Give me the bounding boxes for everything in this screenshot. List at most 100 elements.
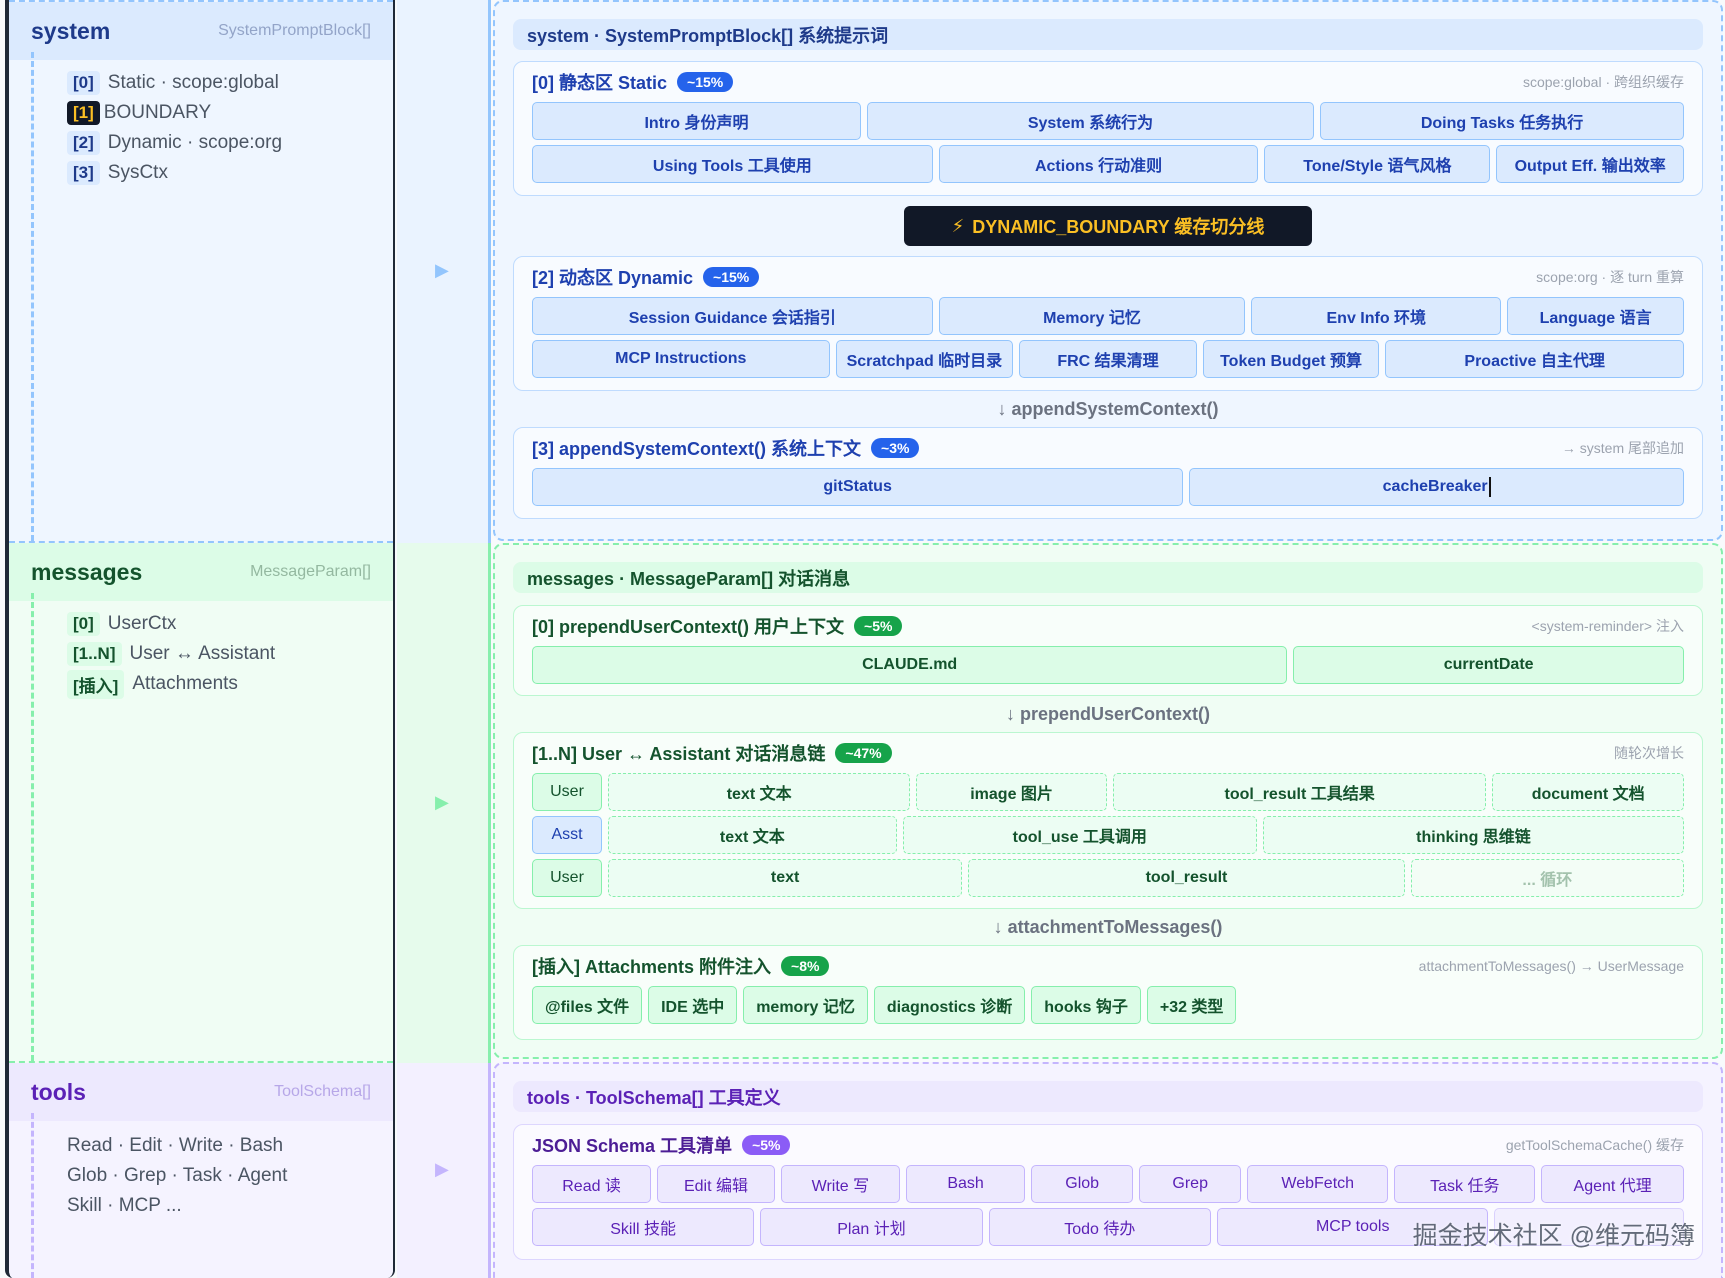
card-note: → system 尾部追加 bbox=[1561, 440, 1684, 456]
chip-row: gitStatus cacheBreaker bbox=[532, 468, 1684, 506]
overview-item: [1] BOUNDARY bbox=[67, 98, 393, 128]
item-label: User ↔ Assistant bbox=[129, 643, 276, 664]
dashed-guide bbox=[31, 1113, 34, 1278]
overview-messages-title: messages bbox=[31, 558, 143, 585]
overview-messages-type: MessageParam[] bbox=[250, 563, 371, 580]
chip-grep: Grep bbox=[1139, 1165, 1242, 1203]
chip-tone-style: Tone/Style 语气风格 bbox=[1264, 145, 1491, 183]
overview-system-type: SystemPromptBlock[] bbox=[218, 22, 371, 39]
chip-using-tools: Using Tools 工具使用 bbox=[532, 145, 933, 183]
percent-badge: ~47% bbox=[835, 743, 892, 763]
chip-memory: Memory 记忆 bbox=[938, 297, 1246, 335]
card-note: <system-reminder> 注入 bbox=[1531, 618, 1684, 634]
chip-doing-tasks: Doing Tasks 任务执行 bbox=[1320, 102, 1685, 140]
overview-tools-type: ToolSchema[] bbox=[274, 1083, 371, 1100]
play-triangle-icon: ▶ bbox=[435, 260, 449, 280]
overview-item: [3] SysCtx bbox=[67, 158, 393, 188]
overview-messages-header: messages MessageParam[] bbox=[9, 543, 393, 601]
chip-skill: Skill 技能 bbox=[532, 1208, 755, 1246]
index-tag: [1] bbox=[67, 101, 100, 125]
overview-system-title: system bbox=[31, 17, 111, 44]
chip-edit: Edit 编辑 bbox=[657, 1165, 775, 1203]
card-title: [2] 动态区 Dynamic bbox=[532, 268, 694, 288]
text-caret bbox=[1488, 477, 1491, 497]
content-block-tool-use: tool_use 工具调用 bbox=[902, 816, 1257, 854]
chip-token-budget: Token Budget 预算 bbox=[1202, 340, 1380, 378]
role-tag-user: User bbox=[532, 859, 602, 897]
card-title: [3] appendSystemContext() 系统上下文 bbox=[532, 439, 862, 459]
flow-label: ↓ attachmentToMessages() bbox=[993, 917, 1223, 937]
index-tag: [3] bbox=[67, 161, 100, 185]
dashed-guide bbox=[31, 52, 34, 541]
chip-ide: IDE 选中 bbox=[648, 986, 738, 1024]
gutter-tools: ▶ bbox=[397, 1063, 491, 1278]
chip-files: @files 文件 bbox=[532, 986, 643, 1024]
static-card: [0] 静态区 Static ~15% scope:global · 跨组织缓存 I… bbox=[513, 61, 1703, 196]
item-label: Attachments bbox=[132, 673, 238, 694]
content-block-text: text 文本 bbox=[608, 816, 897, 854]
role-tag-user: User bbox=[532, 773, 602, 811]
overview-item: [插入] Attachments bbox=[67, 669, 393, 699]
append-card: [3] appendSystemContext() 系统上下文 ~3% → syst… bbox=[513, 427, 1703, 519]
percent-badge: ~15% bbox=[703, 267, 760, 287]
chip-env-info: Env Info 环境 bbox=[1251, 297, 1502, 335]
chip-row: Read 读 Edit 编辑 Write 写 Bash Glob Grep WebFetch… bbox=[532, 1165, 1684, 1203]
section-header: system · SystemPromptBlock[] 系统提示词 bbox=[513, 19, 1703, 50]
index-tag: [插入] bbox=[67, 669, 125, 699]
chip-row: MCP Instructions Scratchpad 临时目录 FRC 结果清理 T… bbox=[532, 340, 1684, 378]
card-note: scope:org · 逐 turn 重算 bbox=[1536, 269, 1684, 285]
chip-language: Language 语言 bbox=[1507, 297, 1684, 335]
dynamic-boundary-banner: ⚡ DYNAMIC_BOUNDARY 缓存切分线 bbox=[904, 206, 1312, 246]
chip-row: Intro 身份声明 System 系统行为 Doing Tasks 任务执行 bbox=[532, 102, 1685, 140]
chip-system: System 系统行为 bbox=[866, 102, 1315, 140]
chip-32: +32 类型 bbox=[1146, 986, 1237, 1024]
index-tag: [1..N] bbox=[67, 642, 122, 666]
overview-tools-line: Read · Edit · Write · Bash bbox=[67, 1135, 284, 1156]
lightning-icon: ⚡ bbox=[951, 215, 965, 236]
play-triangle-icon: ▶ bbox=[435, 1159, 449, 1179]
overview-item: [0] UserCtx bbox=[67, 609, 393, 639]
chip-claude-md: CLAUDE.md bbox=[532, 646, 1288, 684]
overview-tools-title: tools bbox=[31, 1078, 86, 1105]
overview-item: [2] Dynamic · scope:org bbox=[67, 128, 393, 158]
chip-bash: Bash bbox=[906, 1165, 1026, 1203]
system-section: system · SystemPromptBlock[] 系统提示词 [0] 静… bbox=[493, 0, 1723, 541]
content-block-document: document 文档 bbox=[1492, 773, 1684, 811]
left-overview-panel: system SystemPromptBlock[] [0] Static · s… bbox=[5, 0, 395, 1278]
dashed-guide bbox=[31, 593, 34, 1061]
content-block-tool-result: tool_result 工具结果 bbox=[1112, 773, 1487, 811]
chip-proactive: Proactive 自主代理 bbox=[1385, 340, 1684, 378]
chip-agent: Agent 代理 bbox=[1541, 1165, 1684, 1203]
overview-tools-line: Skill · MCP ... bbox=[67, 1195, 182, 1216]
chip-task: Task 任务 bbox=[1394, 1165, 1536, 1203]
chip-currentdate: currentDate bbox=[1293, 646, 1684, 684]
content-block-thinking: thinking 思维链 bbox=[1262, 816, 1684, 854]
chip-read: Read 读 bbox=[532, 1165, 652, 1203]
content-block-tool-result: tool_result bbox=[968, 859, 1405, 897]
percent-badge: ~15% bbox=[677, 72, 734, 92]
card-note: 随轮次增长 bbox=[1614, 745, 1684, 761]
card-title: [1..N] User ↔ Assistant 对话消息链 bbox=[532, 744, 826, 764]
chip-hooks: hooks 钩子 bbox=[1031, 986, 1141, 1024]
overview-system: system SystemPromptBlock[] [0] Static · s… bbox=[9, 0, 393, 543]
flow-label: ↓ appendSystemContext() bbox=[997, 399, 1219, 419]
play-triangle-icon: ▶ bbox=[435, 792, 449, 812]
chip-memory: memory 记忆 bbox=[743, 986, 868, 1024]
item-label: Static · scope:global bbox=[107, 72, 279, 93]
chip-row: Using Tools 工具使用 Actions 行动准则 Tone/Style 语… bbox=[532, 145, 1684, 183]
chip-mcp-instructions: MCP Instructions bbox=[532, 340, 830, 378]
messages-section: messages · MessageParam[] 对话消息 [0] prepe… bbox=[493, 543, 1723, 1059]
overview-system-header: system SystemPromptBlock[] bbox=[9, 2, 393, 60]
overview-item: [1..N] User ↔ Assistant bbox=[67, 639, 393, 669]
gutter-messages: ▶ bbox=[397, 543, 491, 1063]
chip-plan: Plan 计划 bbox=[760, 1208, 983, 1246]
overview-messages: messages MessageParam[] [0] UserCtx [1..N… bbox=[9, 543, 393, 1063]
chip-output-eff: Output Eff. 输出效率 bbox=[1496, 145, 1684, 183]
boundary-label: DYNAMIC_BOUNDARY 缓存切分线 bbox=[972, 217, 1265, 237]
overview-tools: tools ToolSchema[] Read · Edit · Write ·… bbox=[9, 1063, 393, 1278]
chip-row: CLAUDE.md currentDate bbox=[532, 646, 1684, 684]
chip-intro: Intro 身份声明 bbox=[532, 102, 861, 140]
overview-tools-line: Glob · Grep · Task · Agent bbox=[67, 1165, 288, 1186]
gutter-system: ▶ bbox=[397, 0, 491, 543]
chip-scratchpad: Scratchpad 临时目录 bbox=[835, 340, 1014, 378]
